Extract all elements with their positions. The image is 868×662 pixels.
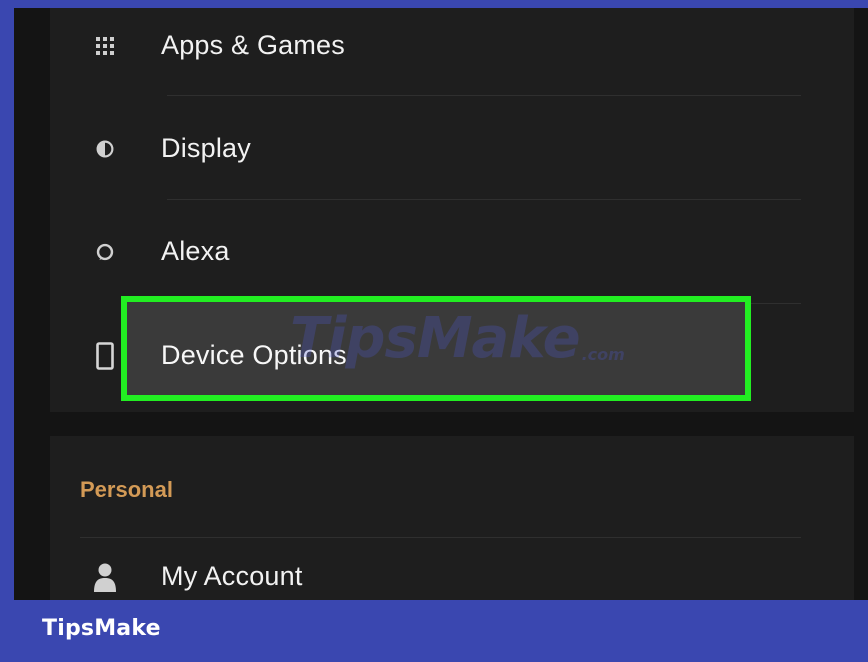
menu-item-alexa[interactable]: Alexa — [50, 200, 854, 303]
person-icon — [94, 562, 116, 592]
divider — [167, 95, 801, 96]
menu-item-device-options[interactable]: Device Options — [50, 304, 854, 407]
section-title-personal: Personal — [80, 477, 173, 502]
menu-item-label: Device Options — [161, 339, 347, 370]
menu-item-label: My Account — [161, 561, 303, 591]
divider — [80, 537, 801, 538]
menu-item-label: Apps & Games — [161, 29, 345, 60]
menu-item-display[interactable]: Display — [50, 97, 854, 200]
footer-brand: TipsMake — [42, 616, 161, 641]
menu-item-my-account[interactable]: My Account — [50, 546, 854, 600]
settings-screen: Apps & Games Display Alexa Device Option… — [14, 8, 868, 600]
device-tablet-icon — [96, 341, 114, 370]
display-brightness-icon — [96, 137, 114, 161]
left-frame — [0, 0, 14, 662]
apps-grid-icon — [96, 34, 114, 58]
menu-item-label: Alexa — [161, 235, 230, 266]
footer-bar: TipsMake — [0, 600, 868, 662]
alexa-ring-icon — [96, 240, 114, 264]
menu-item-label: Display — [161, 132, 251, 163]
top-frame — [0, 0, 868, 8]
menu-item-apps-games[interactable]: Apps & Games — [50, 8, 854, 97]
